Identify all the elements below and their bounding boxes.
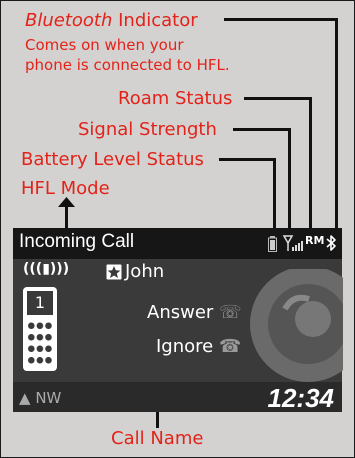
ignore-option[interactable]: Ignore ☎ bbox=[156, 336, 241, 357]
compass-heading: NW bbox=[35, 389, 62, 407]
diagram-frame: Bluetooth Indicator Comes on when your p… bbox=[0, 0, 355, 458]
screen-bottombar: ▲ NW 12:34 bbox=[13, 382, 342, 413]
roam-icon: RM bbox=[305, 234, 325, 247]
screen-content: (((▮))) John 1 Answer ☏ Ignore ☎ bbox=[13, 259, 343, 382]
bluetooth-leader-v bbox=[335, 18, 338, 236]
call-name-callout: Call Name bbox=[111, 428, 204, 449]
answer-label: Answer bbox=[147, 302, 214, 323]
bluetooth-desc-line1: Comes on when your bbox=[25, 36, 184, 54]
ignore-label: Ignore bbox=[156, 336, 214, 357]
clock: 12:34 bbox=[267, 383, 335, 413]
hfl-mode-callout: HFL Mode bbox=[21, 178, 110, 199]
screen-topbar: Incoming Call RM bbox=[13, 228, 342, 259]
roam-leader-h bbox=[244, 97, 312, 100]
bluetooth-desc-line2: phone is connected to HFL. bbox=[25, 56, 230, 74]
roam-leader-v bbox=[309, 97, 312, 235]
compass-indicator: ▲ NW bbox=[19, 389, 61, 407]
signal-leader-v bbox=[288, 128, 291, 235]
screen-title: Incoming Call bbox=[19, 231, 135, 252]
roam-status-callout: Roam Status bbox=[118, 88, 233, 109]
bluetooth-callout-title: Indicator bbox=[112, 10, 198, 31]
dial-graphic bbox=[250, 269, 343, 382]
bluetooth-indicator-callout: Bluetooth Indicator bbox=[25, 11, 198, 30]
phone-keypad-icon: 1 bbox=[23, 287, 57, 371]
incoming-call-waves-icon: (((▮))) bbox=[23, 261, 70, 277]
signal-leader-h bbox=[233, 128, 291, 131]
battery-leader-h bbox=[219, 158, 276, 161]
battery-icon bbox=[268, 236, 277, 252]
star-contact-icon bbox=[106, 264, 122, 280]
bluetooth-callout-italic: Bluetooth bbox=[25, 10, 113, 31]
hfl-arrowhead bbox=[58, 197, 75, 207]
signal-strength-callout: Signal Strength bbox=[78, 119, 217, 140]
ignore-phone-icon: ☎ bbox=[218, 336, 242, 357]
compass-arrow-icon: ▲ bbox=[19, 389, 31, 407]
bluetooth-leader-h bbox=[224, 18, 338, 21]
caller-name: John bbox=[125, 261, 165, 282]
battery-leader-v bbox=[273, 158, 276, 233]
battery-level-status-callout: Battery Level Status bbox=[21, 149, 204, 170]
answer-option[interactable]: Answer ☏ bbox=[147, 302, 242, 323]
bluetooth-icon bbox=[326, 235, 336, 251]
phone-keypad-number: 1 bbox=[34, 293, 46, 312]
signal-strength-icon bbox=[282, 235, 303, 251]
answer-phone-icon: ☏ bbox=[219, 302, 242, 323]
hfl-screen: Incoming Call RM (((▮))) John 1 Answer ☏… bbox=[13, 228, 343, 413]
